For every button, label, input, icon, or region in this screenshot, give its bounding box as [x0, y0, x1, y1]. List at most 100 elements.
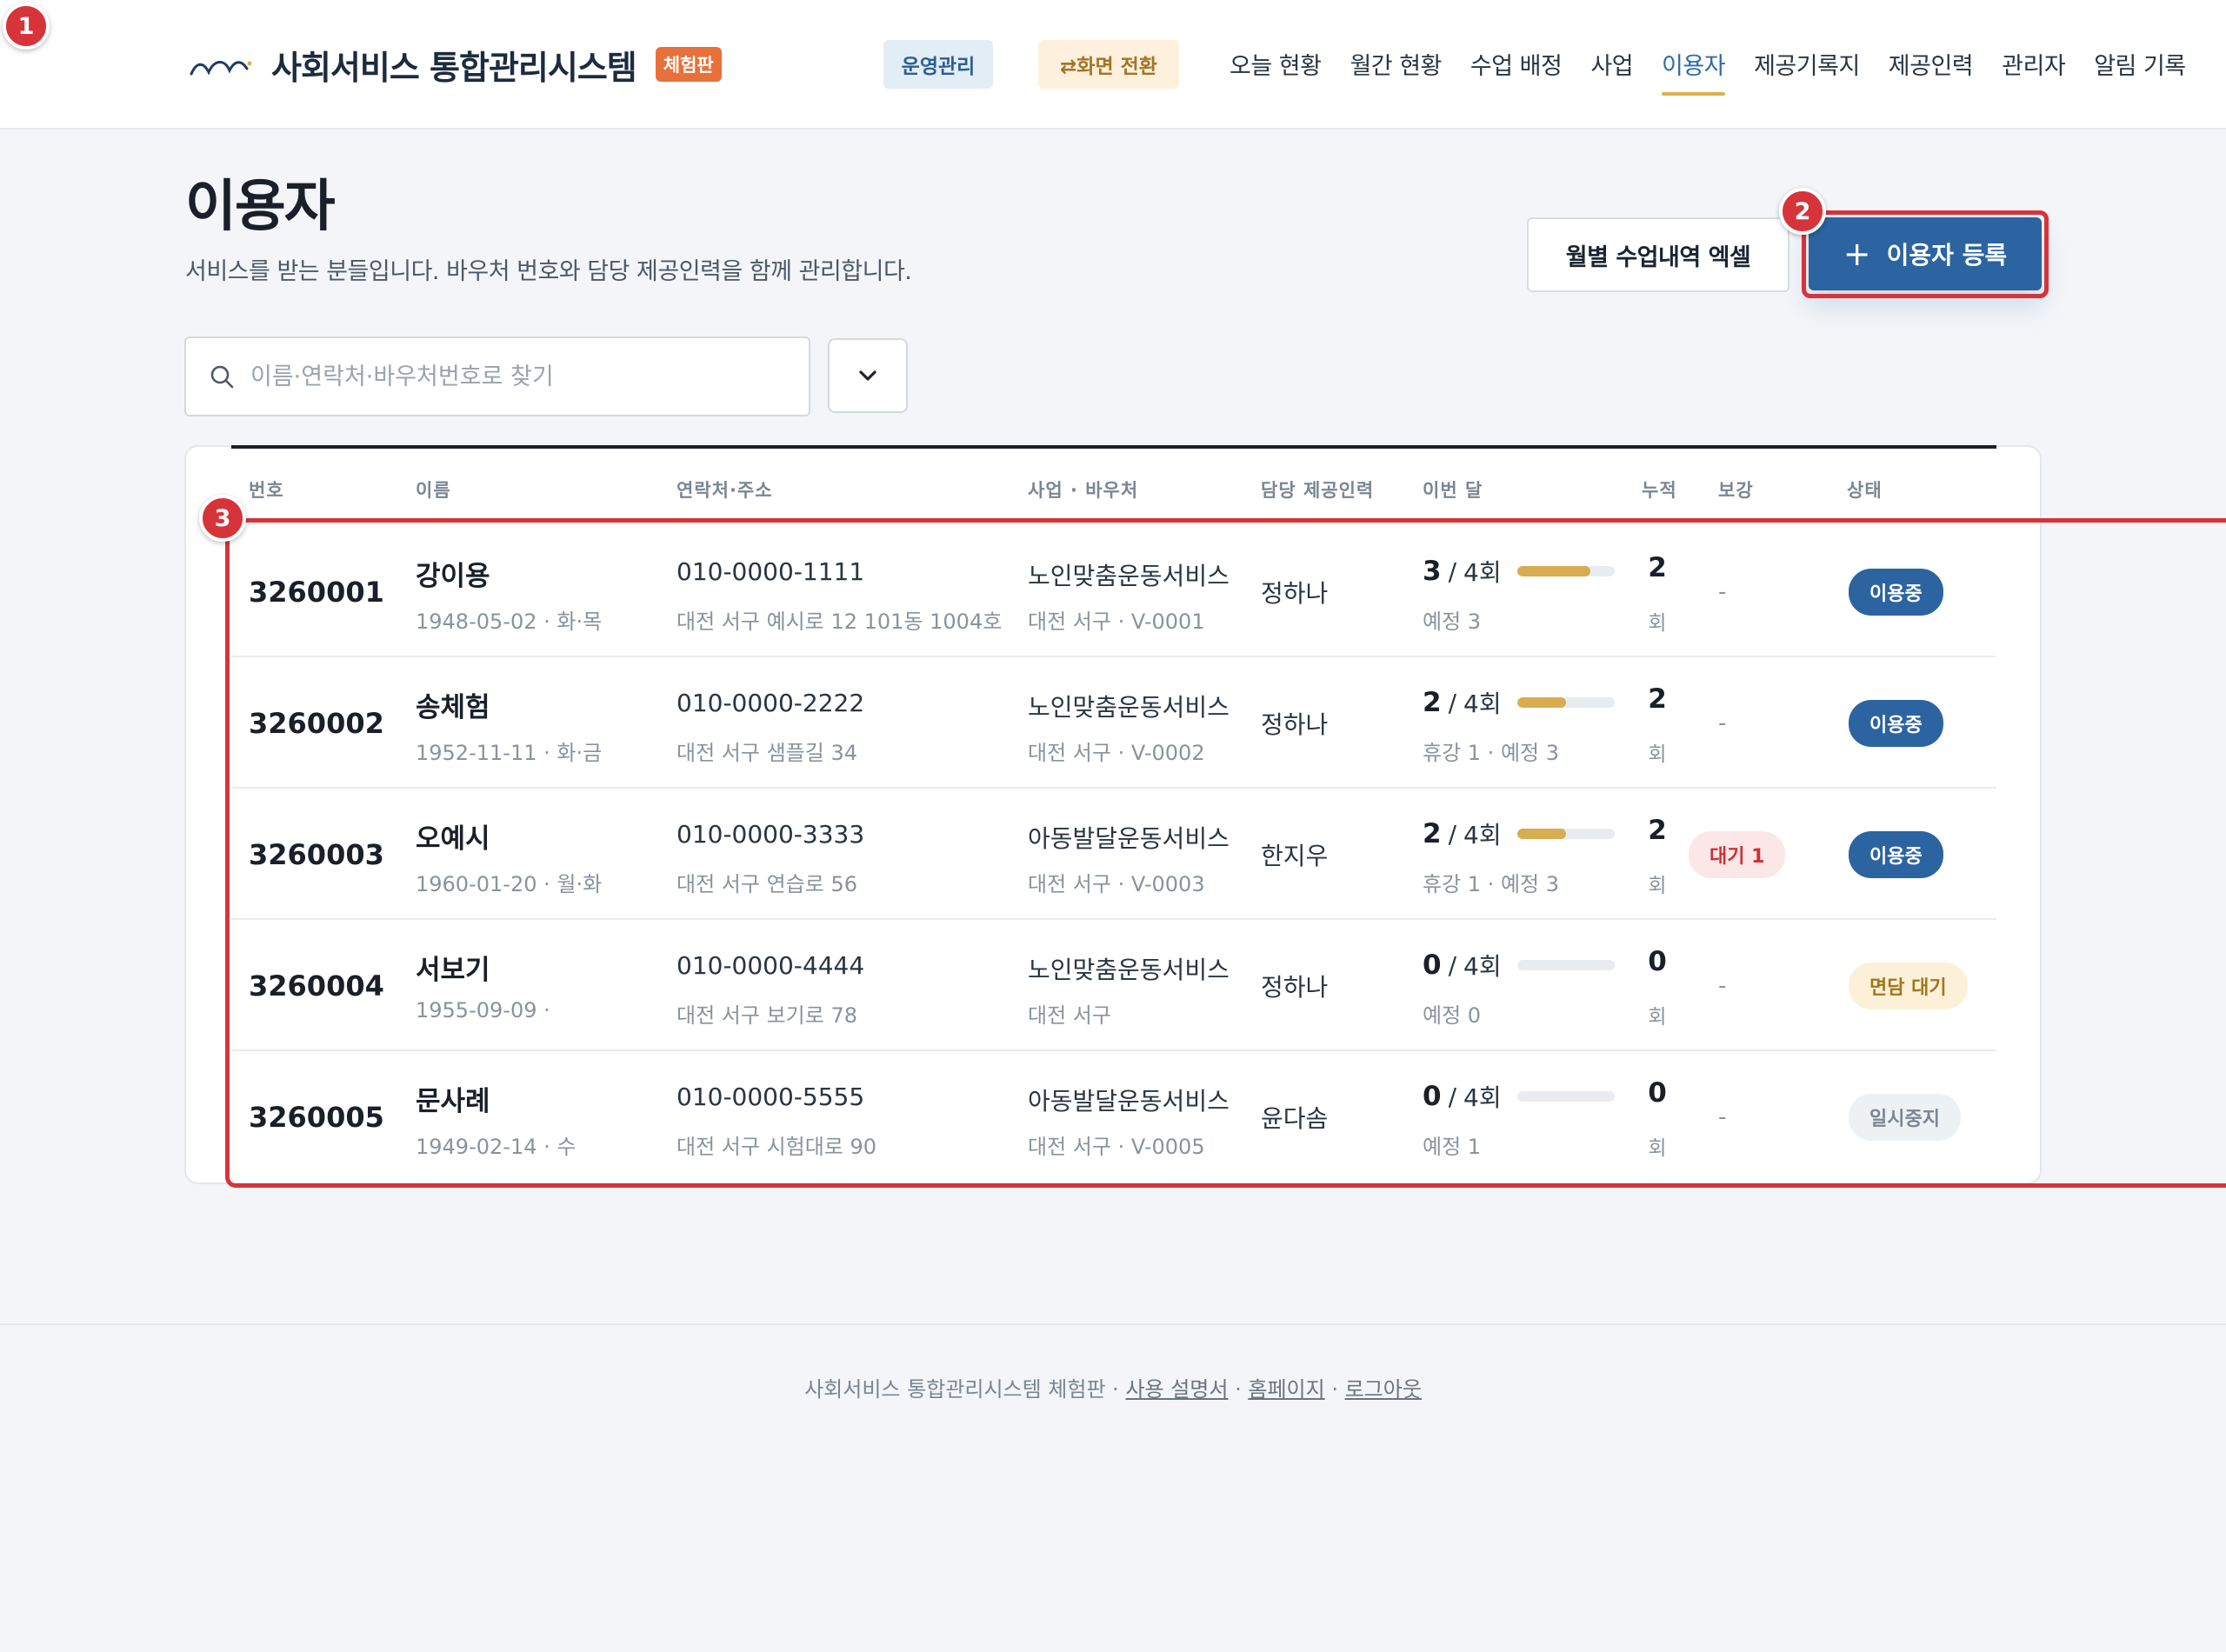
- cell-phone: 010-0000-3333: [676, 820, 865, 849]
- cell-program: 아동발달운동서비스: [1028, 1087, 1230, 1116]
- table-row[interactable]: 3260001 강이용 1948-05-02 · 화·목 010-0000-1111 대…: [231, 526, 1996, 657]
- table-row[interactable]: 3260005 문사례 1949-02-14 · 수 010-0000-5555 대전 …: [231, 1051, 1996, 1182]
- cell-staff: 정하나: [1261, 709, 1329, 739]
- cell-name: 강이용: [416, 561, 490, 592]
- cell-birth-days: 1948-05-02 · 화·목: [416, 610, 603, 634]
- status-badge: 면담 대기: [1849, 920, 1968, 1051]
- nav-item-6[interactable]: 제공인력: [1889, 35, 1974, 96]
- month-progress-fill: [1516, 697, 1566, 708]
- cell-cumulative: 2: [1648, 552, 1667, 583]
- cell-makeup: -: [1718, 709, 1727, 736]
- cell-schedule: 예정 3: [1423, 610, 1482, 634]
- header-staff: 담당 제공인력: [1261, 480, 1375, 501]
- cell-cumulative: 0: [1648, 1077, 1667, 1109]
- brand[interactable]: 사회서비스 통합관리시스템 체험판: [190, 38, 722, 90]
- cell-cumulative: 2: [1648, 815, 1667, 846]
- cell-program: 노인맞춤운동서비스: [1028, 956, 1230, 984]
- table-row[interactable]: 3260002 송체험 1952-11-11 · 화·금 010-0000-2222 대…: [231, 657, 1996, 789]
- cell-cumulative-unit: 회: [1648, 743, 1667, 766]
- footer-text: 사회서비스 통합관리시스템 체험판 ·: [804, 1377, 1126, 1402]
- plus-icon: +: [1843, 235, 1871, 273]
- cell-staff: 정하나: [1261, 972, 1329, 1002]
- status-badge: 일시중지: [1849, 1051, 1961, 1182]
- marker-2: 2: [1779, 188, 1826, 235]
- cell-schedule: 휴강 1 · 예정 3: [1423, 872, 1560, 896]
- cell-name: 오예시: [416, 823, 490, 855]
- cell-address: 대전 서구 연습로 56: [676, 872, 857, 896]
- status-label: 면담 대기: [1849, 962, 1968, 1009]
- month-separator: /: [1448, 688, 1457, 717]
- cell-this-month: 3/4회: [1423, 554, 1615, 589]
- cell-phone: 010-0000-4444: [676, 951, 865, 980]
- nav-item-2[interactable]: 수업 배정: [1470, 35, 1563, 96]
- cell-staff: 한지우: [1261, 841, 1329, 870]
- month-total: 4회: [1463, 689, 1502, 718]
- month-done: 2: [1423, 687, 1442, 718]
- cell-cumulative: 0: [1648, 946, 1667, 977]
- monthly-excel-button[interactable]: 월별 수업내역 엑셀: [1527, 217, 1789, 292]
- ops-chip[interactable]: 운영관리: [883, 40, 993, 89]
- cell-voucher: 대전 서구 · V-0003: [1028, 872, 1205, 896]
- cell-birth-days: 1949-02-14 · 수: [416, 1135, 576, 1159]
- header-makeup: 보강: [1718, 480, 1754, 501]
- month-separator: /: [1448, 1082, 1457, 1111]
- cell-address: 대전 서구 보기로 78: [676, 1003, 857, 1028]
- month-progress-fill: [1516, 829, 1566, 839]
- nav-item-3[interactable]: 사업: [1590, 35, 1633, 96]
- cell-birth-days: 1960-01-20 · 월·화: [416, 872, 603, 896]
- main-nav: 오늘 현황 월간 현황 수업 배정 사업 이용자 제공기록지 제공인력 관리자 알림 기록: [1230, 35, 2186, 96]
- cell-user-no: 3260005: [249, 1100, 384, 1134]
- month-done: 0: [1423, 1081, 1442, 1112]
- cell-staff: 윤다솜: [1261, 1103, 1329, 1133]
- nav-item-5[interactable]: 제공기록지: [1754, 35, 1860, 96]
- add-user-label: 이용자 등록: [1886, 241, 2008, 270]
- cell-user-no: 3260004: [249, 969, 384, 1003]
- nav-item-7[interactable]: 관리자: [2002, 35, 2066, 96]
- nav-item-0[interactable]: 오늘 현황: [1230, 35, 1322, 96]
- nav-item-1[interactable]: 월간 현황: [1350, 35, 1442, 96]
- status-badge: 이용중: [1849, 526, 1943, 657]
- cell-user-no: 3260003: [249, 837, 384, 871]
- cell-schedule: 휴강 1 · 예정 3: [1423, 741, 1560, 765]
- month-total: 4회: [1463, 821, 1502, 849]
- cell-voucher: 대전 서구 · V-0001: [1028, 610, 1205, 634]
- cell-cumulative-unit: 회: [1648, 875, 1667, 897]
- status-badge: 이용중: [1849, 789, 1943, 920]
- cell-address: 대전 서구 시험대로 90: [676, 1135, 877, 1159]
- status-label: 일시중지: [1849, 1093, 1961, 1141]
- cell-user-no: 3260002: [249, 706, 384, 740]
- header-status: 상태: [1847, 480, 1883, 501]
- nav-item-4[interactable]: 이용자: [1662, 35, 1726, 96]
- cell-name: 문사례: [416, 1086, 490, 1117]
- month-progress-bar: [1516, 960, 1615, 970]
- search-input[interactable]: [250, 363, 790, 390]
- month-progress-bar: [1516, 1091, 1615, 1102]
- nav-item-8[interactable]: 알림 기록: [2094, 35, 2186, 96]
- header-name: 이름: [416, 480, 451, 501]
- add-user-button[interactable]: + 이용자 등록: [1809, 217, 2042, 290]
- cell-user-no: 3260001: [249, 575, 384, 609]
- footer-link-logout[interactable]: 로그아웃: [1345, 1377, 1422, 1402]
- cell-cumulative-unit: 회: [1648, 1006, 1667, 1029]
- footer-link-manual[interactable]: 사용 설명서: [1125, 1377, 1228, 1402]
- status-badge: 이용중: [1849, 657, 1943, 789]
- cell-voucher: 대전 서구 · V-0002: [1028, 741, 1205, 765]
- month-progress-bar: [1516, 697, 1615, 708]
- switch-view-button[interactable]: ⇄화면 전환: [1038, 40, 1179, 89]
- month-total: 4회: [1463, 952, 1502, 981]
- search-box: [184, 336, 810, 416]
- makeup-badge: 대기 1: [1689, 789, 1786, 920]
- month-done: 0: [1423, 949, 1442, 981]
- footer-link-home[interactable]: 홈페이지: [1248, 1377, 1324, 1402]
- page-title: 이용자: [185, 175, 336, 239]
- cell-makeup: -: [1718, 972, 1727, 999]
- header-contact: 연락처·주소: [676, 480, 773, 501]
- filter-select[interactable]: [828, 338, 908, 413]
- status-label: 이용중: [1849, 699, 1943, 747]
- footer-sep: ·: [1324, 1377, 1345, 1402]
- cell-makeup: -: [1718, 578, 1727, 605]
- table-row[interactable]: 3260003 오예시 1960-01-20 · 월·화 010-0000-3333 대…: [231, 789, 1996, 920]
- search-icon: [210, 365, 234, 389]
- marker-3: 3: [199, 495, 246, 542]
- table-row[interactable]: 3260004 서보기 1955-09-09 · 010-0000-4444 대전 서구…: [231, 920, 1996, 1051]
